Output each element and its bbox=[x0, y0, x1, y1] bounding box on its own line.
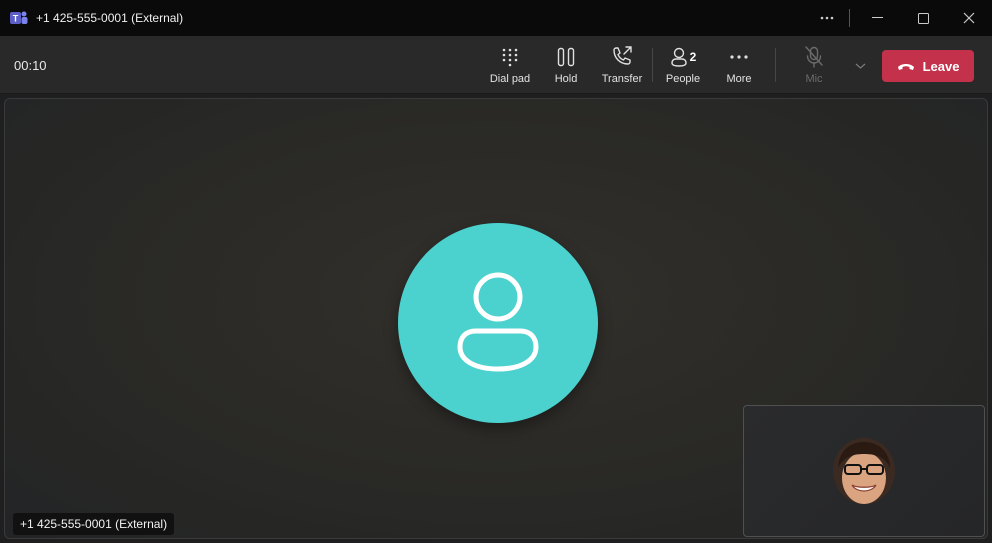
participant-name-tag: +1 425-555-0001 (External) bbox=[13, 513, 175, 535]
people-button[interactable]: 2 People bbox=[655, 36, 711, 94]
call-timer: 00:10 bbox=[14, 58, 47, 73]
maximize-button[interactable] bbox=[900, 0, 946, 36]
window-title: +1 425-555-0001 (External) bbox=[36, 11, 184, 25]
mic-label: Mic bbox=[805, 73, 823, 85]
leave-button[interactable]: Leave bbox=[882, 50, 974, 82]
phone-transfer-icon bbox=[611, 45, 633, 69]
person-icon bbox=[457, 272, 539, 372]
person-icon bbox=[670, 47, 687, 67]
teams-logo-icon: T bbox=[10, 9, 28, 27]
people-label: People bbox=[665, 73, 701, 85]
mic-off-icon bbox=[805, 45, 823, 69]
pause-icon bbox=[557, 45, 575, 69]
dial-pad-icon bbox=[501, 45, 519, 69]
minimize-button[interactable] bbox=[854, 0, 900, 36]
mic-options-button[interactable] bbox=[842, 36, 878, 94]
titlebar-divider bbox=[849, 9, 850, 27]
hang-up-icon bbox=[897, 63, 914, 70]
mic-button[interactable]: Mic bbox=[786, 36, 842, 94]
call-toolbar: 00:10 Dial pad Hold Transfer 2 People Mo… bbox=[0, 36, 992, 94]
hold-button[interactable]: Hold bbox=[538, 36, 594, 94]
leave-label: Leave bbox=[922, 58, 960, 74]
toolbar-divider bbox=[652, 48, 653, 82]
more-label: More bbox=[726, 73, 752, 85]
transfer-label: Transfer bbox=[601, 73, 643, 85]
participant-avatar bbox=[398, 223, 598, 423]
people-count-badge: 2 bbox=[689, 50, 697, 64]
chevron-down-icon bbox=[855, 56, 866, 74]
title-bar: T +1 425-555-0001 (External) bbox=[0, 0, 992, 36]
svg-text:T: T bbox=[13, 14, 19, 24]
dial-pad-button[interactable]: Dial pad bbox=[482, 36, 538, 94]
transfer-button[interactable]: Transfer bbox=[594, 36, 650, 94]
toolbar-divider bbox=[775, 48, 776, 82]
call-stage: +1 425-555-0001 (External) bbox=[4, 98, 988, 539]
hold-label: Hold bbox=[554, 73, 578, 85]
call-controls: Dial pad Hold Transfer 2 People More Mic bbox=[482, 36, 878, 94]
self-avatar bbox=[833, 438, 895, 504]
participant-name: +1 425-555-0001 (External) bbox=[20, 517, 168, 531]
more-button[interactable]: More bbox=[711, 36, 767, 94]
user-photo-icon bbox=[833, 438, 895, 504]
window-more-icon[interactable] bbox=[809, 0, 845, 36]
more-horizontal-icon bbox=[730, 45, 748, 69]
people-icon-group: 2 bbox=[670, 45, 697, 69]
close-button[interactable] bbox=[946, 0, 992, 36]
dial-pad-label: Dial pad bbox=[489, 73, 531, 85]
self-view-tile[interactable] bbox=[743, 405, 985, 537]
